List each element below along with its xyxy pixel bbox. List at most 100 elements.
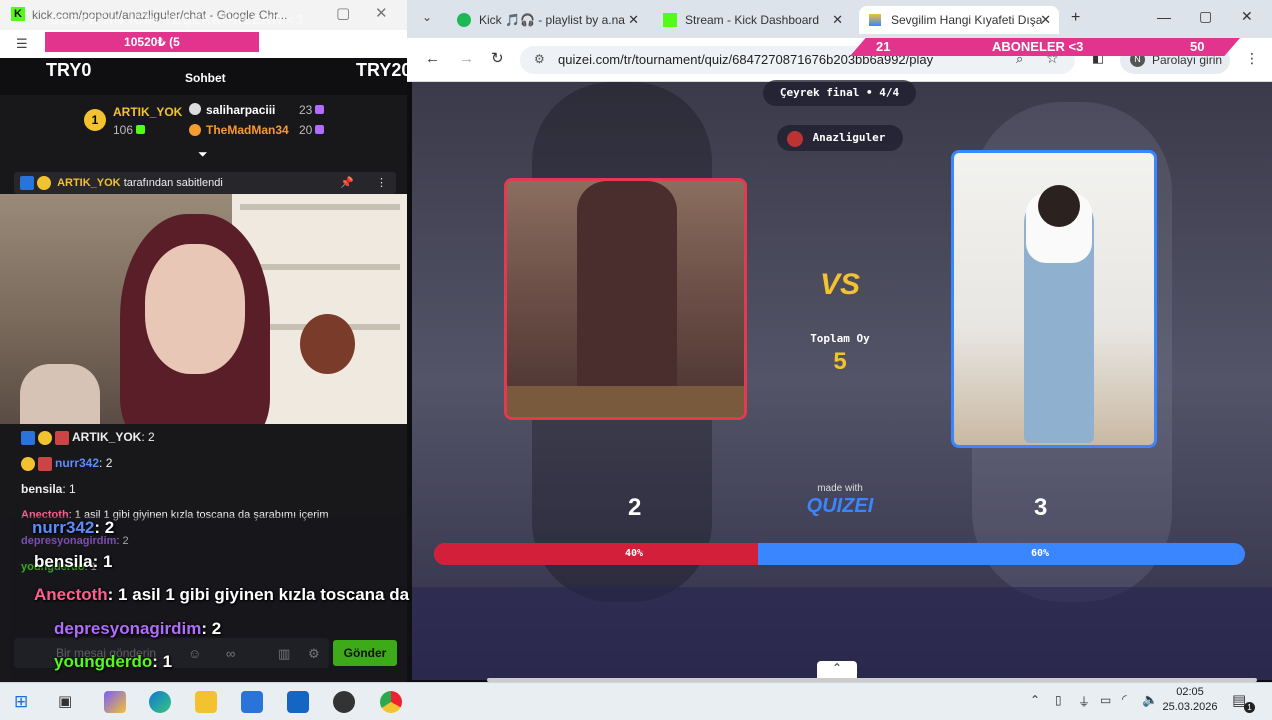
- badge-icon: [189, 124, 201, 136]
- site-info-icon[interactable]: ⚙: [534, 52, 545, 66]
- sub-badge-icon: [38, 456, 52, 471]
- leaderboard-count: 106: [113, 123, 146, 137]
- rank-badge-icon: [21, 456, 35, 471]
- option-left-image[interactable]: [504, 178, 747, 420]
- system-clock[interactable]: 02:05 25.03.2026: [1160, 685, 1220, 715]
- webcam-overlay: [0, 194, 407, 424]
- scrolling-banner-text: DESTEĞİN İÇİN TEŞEKKÜRLERR <3: [50, 12, 305, 27]
- rank-badge-icon: [37, 176, 51, 191]
- chat-message: nurr342: 2: [21, 456, 112, 471]
- collapse-icon[interactable]: ⏷: [198, 147, 208, 162]
- chrome-icon[interactable]: [380, 691, 402, 713]
- left-vote-count: 2: [628, 494, 642, 521]
- kick-icon: [663, 13, 677, 27]
- score-right: TRY20,00: [356, 60, 407, 80]
- donation-progress-bar: 10520₺ (5: [45, 32, 259, 52]
- back-icon[interactable]: ←: [425, 50, 440, 67]
- score-left: TRY0: [46, 60, 92, 80]
- total-votes-value: 5: [833, 348, 847, 375]
- chat-message: bensila: 1: [21, 482, 76, 496]
- notification-count: 1: [1244, 702, 1255, 713]
- gifter-leaderboard: 1 ARTIK_YOK 106 saliharpaciii 23 TheMadM…: [0, 95, 407, 165]
- overlay-message: youngderdo: 1: [54, 652, 173, 671]
- maximize-icon[interactable]: ▢: [1199, 8, 1212, 25]
- usb-icon[interactable]: ⏚: [1078, 693, 1090, 710]
- gift-icon: [315, 105, 325, 114]
- start-icon[interactable]: ⊞: [14, 692, 28, 712]
- store-icon[interactable]: [241, 691, 263, 713]
- volume-icon[interactable]: 🔈: [1142, 692, 1158, 708]
- tab-close-icon[interactable]: ✕: [628, 6, 639, 34]
- close-icon[interactable]: ✕: [375, 4, 388, 22]
- copilot-icon[interactable]: [104, 691, 126, 713]
- made-with-label: made with: [817, 483, 863, 494]
- rank-badge-icon: 1: [84, 109, 106, 131]
- outlook-icon[interactable]: [287, 691, 309, 713]
- more-options-icon[interactable]: ⋮: [376, 172, 387, 194]
- vote-split-bar: 40% 60%: [434, 543, 1245, 565]
- tab-close-icon[interactable]: ✕: [832, 6, 843, 34]
- quizei-icon: [869, 14, 881, 26]
- overlay-message: bensila: 1: [34, 552, 113, 571]
- tray-app-icon[interactable]: ▯: [1055, 693, 1062, 707]
- gift-icon: [315, 125, 325, 134]
- spotify-icon: [457, 13, 471, 27]
- menu-dots-icon[interactable]: ⋮: [1245, 50, 1259, 67]
- leaderboard-count: 23: [299, 103, 325, 117]
- leaderboard-name[interactable]: ARTIK_YOK: [113, 105, 182, 119]
- settings-sliders-icon[interactable]: ☰: [16, 36, 28, 52]
- outfit-figure: [577, 181, 677, 417]
- tab-spotify[interactable]: Kick 🎵🎧 - playlist by a.na ✕: [447, 6, 647, 34]
- versus-icon: VS: [819, 268, 861, 301]
- chat-header: TRY0 Sohbet TRY20,00: [0, 58, 407, 95]
- kick-icon: K: [11, 7, 25, 21]
- overlay-message: nurr342: 2: [32, 518, 115, 537]
- edge-icon[interactable]: [149, 691, 171, 713]
- file-explorer-icon[interactable]: [195, 691, 217, 713]
- browser-tab-bar: ⌄ Kick 🎵🎧 - playlist by a.na ✕ Stream - …: [407, 0, 1272, 38]
- pin-icon[interactable]: 📌: [340, 172, 354, 194]
- person-hand: [20, 364, 100, 424]
- clock-date: 25.03.2026: [1162, 701, 1218, 713]
- mod-badge-icon: [21, 430, 35, 445]
- leaderboard-name[interactable]: TheMadMan34: [206, 123, 289, 137]
- chat-titlebar: K kick.com/popout/anazliguler/chat - Goo…: [0, 0, 407, 30]
- gift-icon: [136, 125, 146, 134]
- round-label: Çeyrek final • 4/4: [763, 80, 916, 106]
- obs-icon[interactable]: [333, 691, 355, 713]
- windows-taskbar: ⊞ ▣ ⌃ ▯ ⏚ ▭ ◜ 🔈 ▤ 1: [0, 682, 1272, 720]
- battery-icon[interactable]: ▭: [1100, 693, 1111, 707]
- minimize-icon[interactable]: —: [1157, 9, 1171, 25]
- creator-badge[interactable]: Anazliguler: [777, 125, 903, 151]
- chat-title: Sohbet: [185, 71, 226, 85]
- tab-kick-dashboard[interactable]: Stream - Kick Dashboard ✕: [655, 6, 851, 34]
- subscriber-goal-banner: 21 ABONELER <3 50: [850, 38, 1240, 56]
- mod-badge-icon: [20, 176, 34, 191]
- vote-bar-left: [434, 543, 759, 565]
- close-window-icon[interactable]: ✕: [1241, 8, 1253, 25]
- overlay-message: depresyonagirdim: 2: [54, 619, 222, 638]
- leaderboard-name[interactable]: saliharpaciii: [206, 103, 275, 117]
- clock-time: 02:05: [1176, 686, 1204, 698]
- quizei-logo[interactable]: QUIZEI: [790, 495, 890, 518]
- pinned-message: ARTIK_YOK tarafından sabitlendi 📌 ⋮: [14, 172, 396, 194]
- task-view-icon[interactable]: ▣: [58, 692, 72, 710]
- tab-quizei[interactable]: Sevgilim Hangi Kıyafeti Dışa ✕: [859, 6, 1059, 34]
- tray-overflow-icon[interactable]: ⌃: [1030, 693, 1040, 707]
- person-face: [145, 244, 245, 374]
- tab-search-icon[interactable]: ⌄: [422, 10, 432, 24]
- right-percent-label: 60%: [1031, 548, 1050, 559]
- plush-toy: [300, 314, 355, 374]
- forward-icon[interactable]: →: [459, 50, 474, 67]
- right-vote-count: 3: [1034, 494, 1048, 521]
- wifi-icon[interactable]: ◜: [1122, 692, 1127, 706]
- pinned-text: tarafından sabitlendi: [123, 177, 223, 189]
- new-tab-icon[interactable]: +: [1071, 9, 1080, 27]
- tab-close-icon[interactable]: ✕: [1040, 6, 1051, 34]
- badge-icon: [189, 103, 201, 115]
- chat-message: ARTIK_YOK: 2: [21, 430, 155, 445]
- reload-icon[interactable]: ↻: [491, 49, 504, 67]
- restore-icon[interactable]: ▢: [336, 4, 350, 22]
- option-right-image[interactable]: [951, 150, 1157, 448]
- left-percent-label: 40%: [625, 548, 644, 559]
